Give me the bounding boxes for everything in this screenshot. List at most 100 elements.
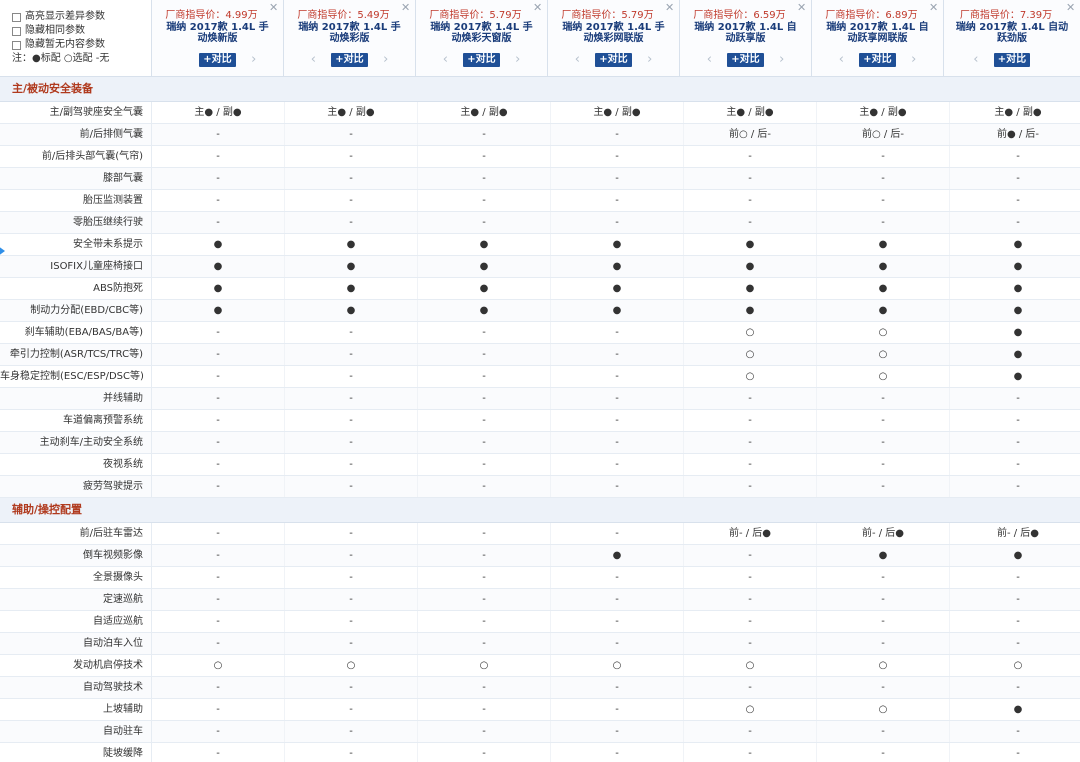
spec-value: ● — [551, 256, 684, 277]
car-name: 瑞纳 2017款 1.4L 手动焕彩天窗版 — [430, 22, 533, 44]
add-compare-button[interactable]: +对比 — [859, 52, 896, 67]
spec-value: - — [551, 190, 684, 211]
spec-value: - — [684, 677, 817, 698]
spec-value: - — [551, 124, 684, 145]
close-icon[interactable]: ✕ — [665, 2, 675, 13]
table-row: ISOFIX儿童座椅接口 ● ● ● ● ● ● ● — [0, 256, 1080, 278]
table-row: 胎压监测装置 - - - - - - - — [0, 190, 1080, 212]
spec-value: ● — [684, 234, 817, 255]
option-hide-empty[interactable]: 隐藏暂无内容参数 — [12, 38, 151, 52]
spec-value: - — [1016, 393, 1020, 404]
close-icon[interactable]: ✕ — [533, 2, 543, 13]
spec-value: - — [418, 545, 551, 566]
add-compare-button[interactable]: +对比 — [331, 52, 368, 67]
spec-value: - — [285, 322, 418, 343]
spec-value: - — [152, 124, 285, 145]
chevron-left-icon[interactable]: ‹ — [309, 52, 317, 67]
chevron-left-icon[interactable]: ‹ — [705, 52, 713, 67]
option-highlight-diff[interactable]: 高亮显示差异参数 — [12, 10, 151, 24]
spec-value: - — [152, 567, 285, 588]
chevron-right-icon[interactable]: › — [250, 52, 258, 67]
car-column-4: ✕ 厂商指导价：5.79万 瑞纳 2017款 1.4L 手动焕彩网联版 ‹ +对比 › — [548, 0, 680, 76]
car-price: 厂商指导价：5.49万 — [297, 10, 390, 21]
add-compare-button[interactable]: +对比 — [993, 52, 1031, 67]
chevron-left-icon[interactable]: ‹ — [573, 52, 581, 67]
car-price: 厂商指导价：7.39万 — [959, 10, 1053, 21]
add-compare-button[interactable]: +对比 — [199, 52, 236, 67]
row-label: 车道偏离预警系统 — [0, 410, 152, 431]
chevron-left-icon[interactable]: ‹ — [441, 52, 449, 67]
chevron-right-icon[interactable]: › — [646, 52, 654, 67]
spec-value: - — [152, 168, 285, 189]
spec-value: - — [152, 633, 285, 654]
car-price: 厂商指导价：6.59万 — [693, 10, 786, 21]
car-column-7: ✕厂商指导价：7.39万瑞纳 2017款 1.4L 自动跃劲版‹+对比› — [944, 0, 1080, 76]
compare-controls: ‹ +对比 › — [680, 52, 811, 67]
spec-value: - — [551, 476, 684, 497]
add-compare-button[interactable]: +对比 — [595, 52, 632, 67]
close-icon[interactable]: ✕ — [269, 2, 279, 13]
spec-value: ○ — [817, 322, 950, 343]
hide-same-checkbox[interactable] — [12, 26, 21, 36]
chevron-left-icon[interactable]: ‹ — [972, 52, 980, 67]
close-icon[interactable]: ✕ — [1066, 2, 1076, 13]
spec-value: - — [551, 388, 684, 409]
spec-value: 主● / 副● — [994, 107, 1042, 118]
chevron-right-icon[interactable]: › — [910, 52, 918, 67]
spec-value: ● — [1013, 704, 1023, 715]
spec-value: ● — [152, 256, 285, 277]
table-row: 定速巡航 - - - - - - - — [0, 589, 1080, 611]
close-icon[interactable]: ✕ — [797, 2, 807, 13]
spec-value: ● — [817, 256, 950, 277]
spec-value: - — [817, 454, 950, 475]
option-hide-same[interactable]: 隐藏相同参数 — [12, 24, 151, 38]
chevron-right-icon[interactable]: › — [778, 52, 786, 67]
add-compare-button[interactable]: +对比 — [463, 52, 500, 67]
chevron-right-icon[interactable]: › — [382, 52, 390, 67]
spec-value: - — [1016, 173, 1020, 184]
spec-value: ● — [285, 256, 418, 277]
table-row: ABS防抱死 ● ● ● ● ● ● ● — [0, 278, 1080, 300]
spec-value: - — [285, 743, 418, 762]
highlight-checkbox[interactable] — [12, 12, 21, 22]
spec-value: - — [817, 388, 950, 409]
spec-value: ● — [551, 300, 684, 321]
spec-value: - — [551, 699, 684, 720]
spec-value: - — [551, 168, 684, 189]
chevron-right-icon[interactable]: › — [514, 52, 522, 67]
spec-value: 前- / 后● — [684, 523, 817, 544]
row-label: 胎压监测装置 — [0, 190, 152, 211]
spec-value: ● — [817, 300, 950, 321]
spec-value: - — [551, 432, 684, 453]
spec-value: - — [285, 344, 418, 365]
spec-value: - — [1016, 616, 1020, 627]
spec-value: - — [684, 168, 817, 189]
spec-value: - — [551, 743, 684, 762]
add-compare-button[interactable]: +对比 — [727, 52, 764, 67]
spec-value: ● — [418, 300, 551, 321]
scroll-pointer-icon[interactable] — [0, 243, 5, 259]
spec-value: - — [285, 633, 418, 654]
option-label: 隐藏相同参数 — [25, 25, 85, 36]
spec-value: - — [285, 190, 418, 211]
spec-value: ○ — [817, 366, 950, 387]
car-price: 厂商指导价：5.79万 — [561, 10, 654, 21]
table-row: 牵引力控制(ASR/TCS/TRC等) - - - - ○ ○ ● — [0, 344, 1080, 366]
close-icon[interactable]: ✕ — [401, 2, 411, 13]
chevron-left-icon[interactable]: ‹ — [837, 52, 845, 67]
spec-value: - — [817, 567, 950, 588]
table-row: 夜视系统 - - - - - - - — [0, 454, 1080, 476]
spec-value: - — [684, 190, 817, 211]
compare-controls: ‹+对比› — [152, 52, 283, 67]
spec-value: - — [152, 523, 285, 544]
spec-value: - — [152, 699, 285, 720]
row-label: 夜视系统 — [0, 454, 152, 475]
hide-empty-checkbox[interactable] — [12, 40, 21, 50]
spec-value: - — [418, 611, 551, 632]
spec-value: ● — [684, 300, 817, 321]
car-name: 瑞纳 2017款 1.4L 手动焕新版 — [166, 22, 269, 44]
spec-value: - — [285, 677, 418, 698]
close-icon[interactable]: ✕ — [929, 2, 939, 13]
spec-value: - — [551, 322, 684, 343]
spec-value: - — [418, 589, 551, 610]
